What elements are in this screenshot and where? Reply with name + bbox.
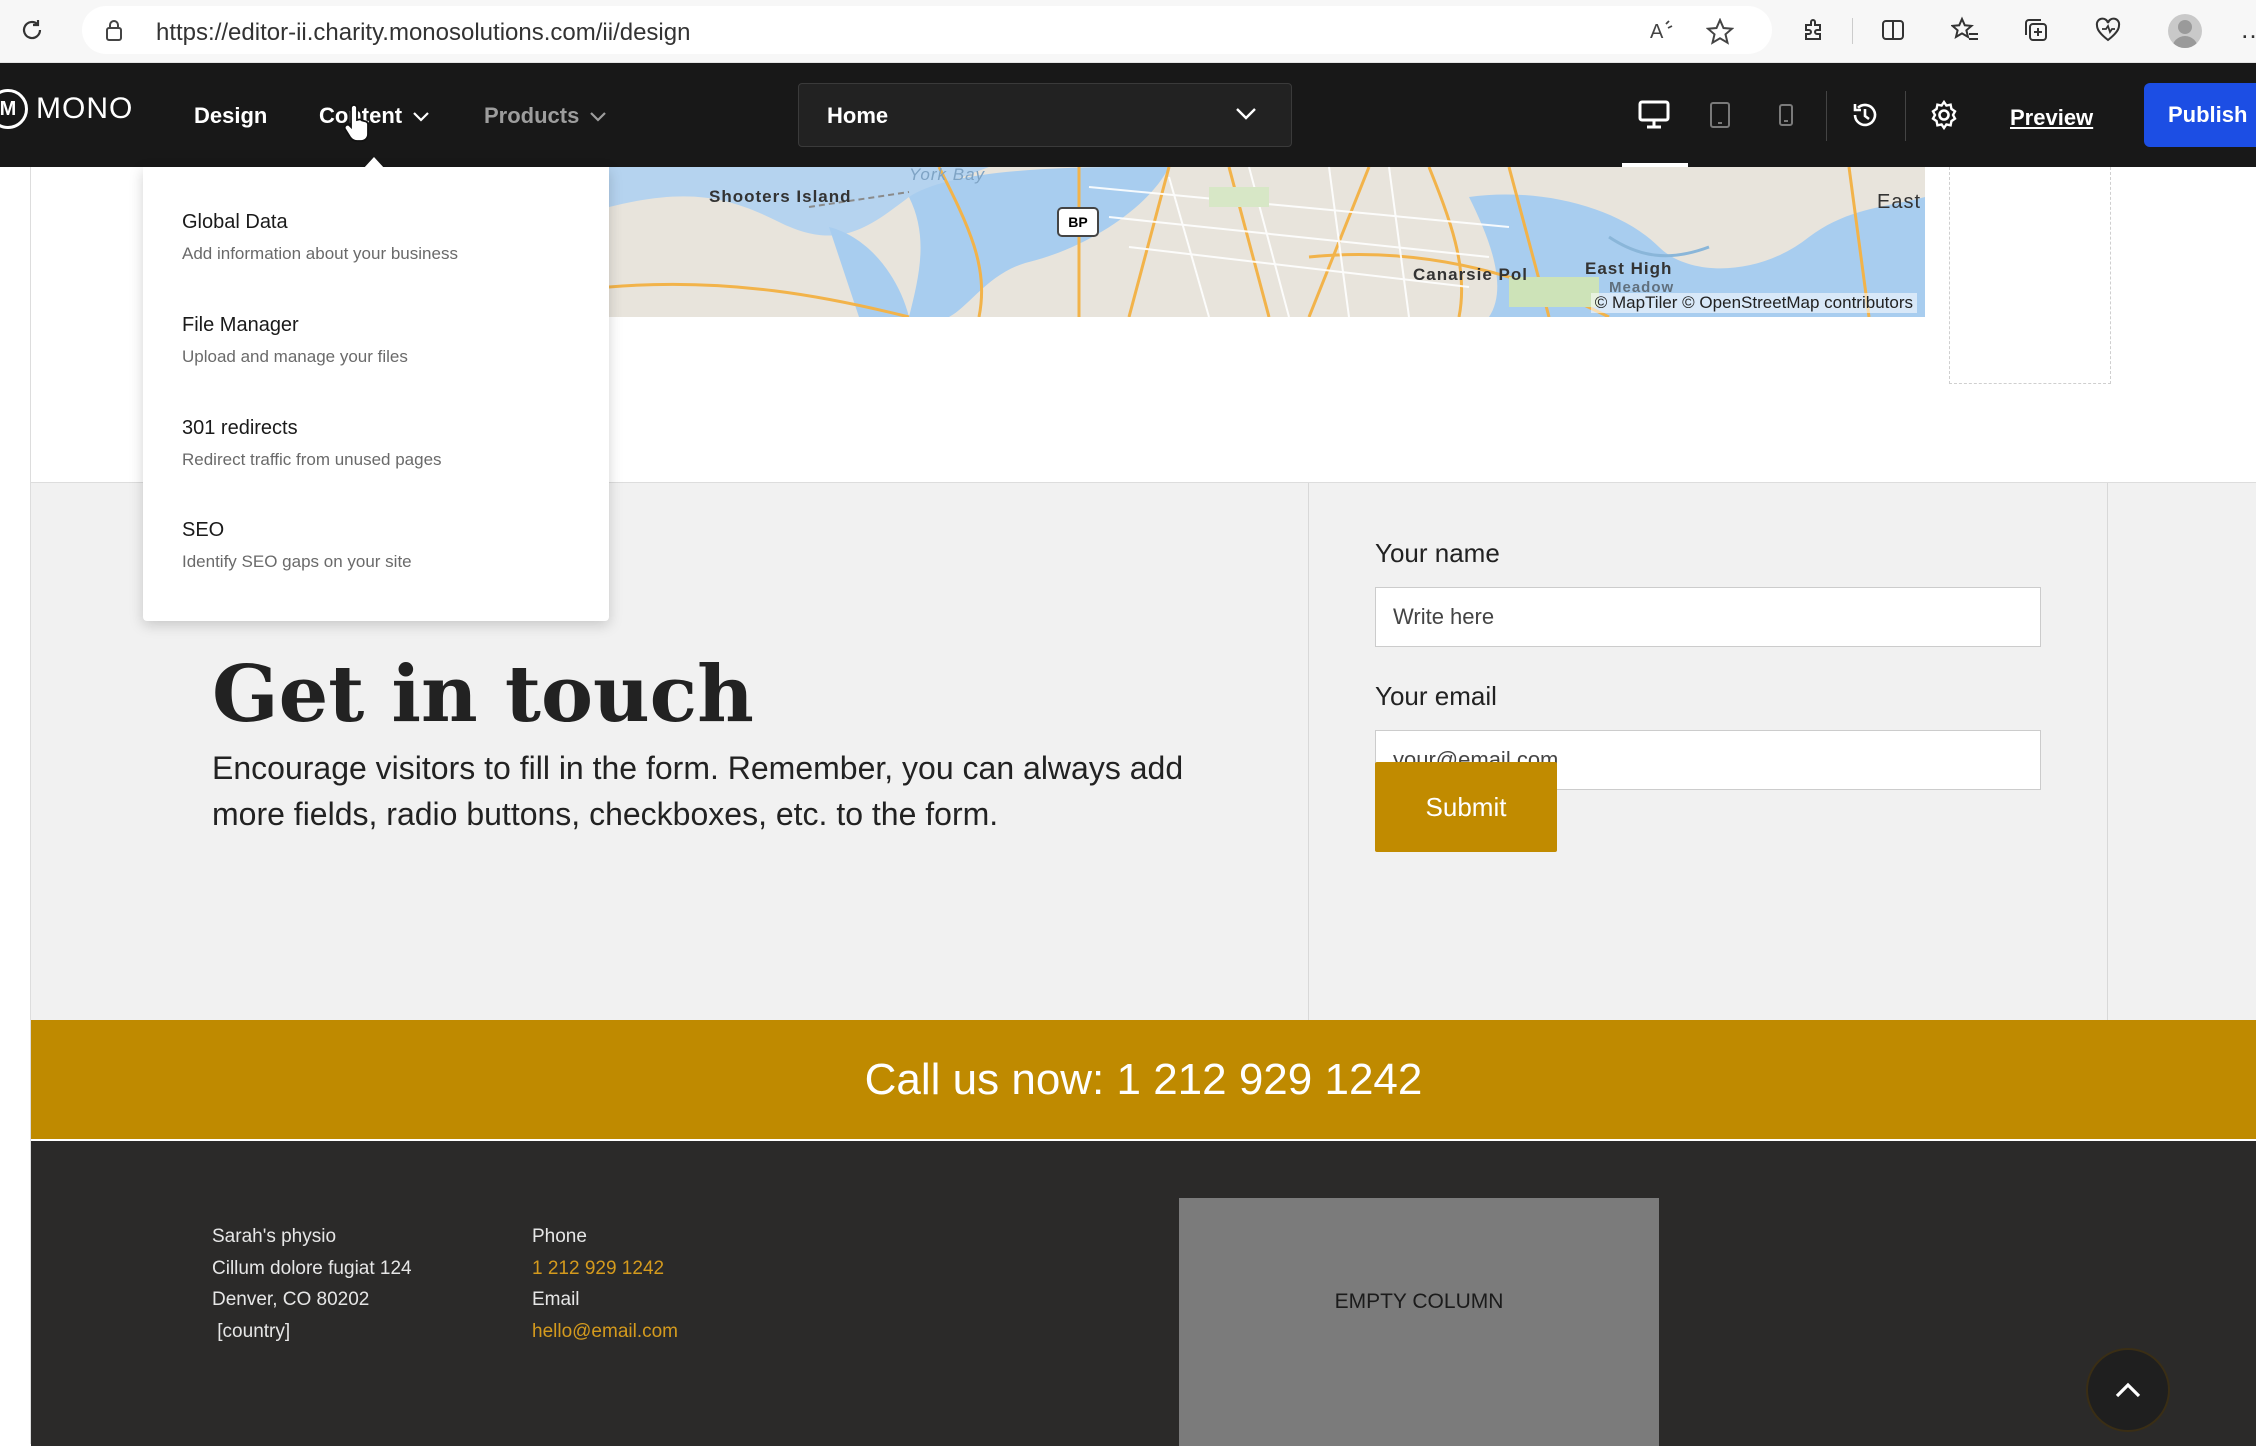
- history-icon[interactable]: [1843, 93, 1887, 137]
- page-selector[interactable]: Home: [798, 83, 1292, 147]
- map-label: East High: [1585, 259, 1673, 278]
- footer-contact: Phone 1 212 929 1242 Email hello@email.c…: [532, 1221, 678, 1348]
- collections-icon[interactable]: [2018, 12, 2054, 48]
- menu-item-301-redirects[interactable]: 301 redirects Redirect traffic from unus…: [182, 417, 442, 470]
- name-field-label: Your name: [1375, 538, 1500, 568]
- column-divider: [1308, 483, 1309, 1020]
- nav-products[interactable]: Products: [484, 103, 607, 129]
- column-divider: [2107, 483, 2108, 1020]
- address-city: Denver, CO 80202: [212, 1289, 370, 1311]
- business-name: Sarah's physio: [212, 1226, 337, 1247]
- mono-logo[interactable]: M MONO: [0, 89, 133, 129]
- toolbar-divider: [1905, 91, 1906, 141]
- nav-design-label: Design: [194, 103, 268, 128]
- map-label: York Bay: [909, 167, 986, 184]
- desktop-view-icon[interactable]: [1632, 93, 1676, 137]
- extensions-icon[interactable]: [1795, 12, 1831, 48]
- menu-item-subtitle: Upload and manage your files: [182, 347, 408, 366]
- empty-placeholder-box: [1949, 167, 2111, 384]
- more-icon[interactable]: …: [2240, 14, 2256, 45]
- footer-address: Sarah's physio Cillum dolore fugiat 124 …: [212, 1221, 412, 1348]
- favorite-star-icon[interactable]: [1705, 17, 1735, 51]
- map-embed[interactable]: Shooters Island York Bay BP East Canarsi…: [609, 167, 1925, 317]
- logo-text: MONO: [36, 92, 134, 125]
- call-us-text[interactable]: Call us now: 1 212 929 1242: [865, 1055, 1423, 1105]
- svg-text:A: A: [1650, 21, 1664, 43]
- chevron-down-icon: [1236, 108, 1256, 120]
- menu-item-title: Global Data: [182, 211, 288, 233]
- dropdown-caret: [363, 157, 385, 169]
- address-line: Cillum dolore fugiat 124: [212, 1257, 412, 1279]
- contact-description: Encourage visitors to fill in the form. …: [212, 750, 1184, 832]
- map-route-badge: BP: [1057, 207, 1099, 237]
- logo-mark: M: [0, 89, 28, 129]
- chevron-down-icon: [590, 112, 607, 122]
- page-selector-value: Home: [827, 103, 889, 128]
- profile-avatar[interactable]: [2168, 14, 2202, 48]
- nav-products-label: Products: [484, 103, 580, 128]
- contact-heading: Get in touch: [212, 649, 754, 740]
- phone-link[interactable]: 1 212 929 1242: [532, 1253, 678, 1285]
- site-footer: Sarah's physio Cillum dolore fugiat 124 …: [31, 1141, 2256, 1446]
- name-input[interactable]: Write here: [1375, 587, 2041, 647]
- preview-link[interactable]: Preview: [2010, 105, 2093, 131]
- menu-item-global-data[interactable]: Global Data Add information about your b…: [182, 211, 458, 264]
- browser-toolbar: https://editor-ii.charity.monosolutions.…: [0, 0, 2256, 63]
- editor-toolbar: M MONO Design Content Products Home Prev…: [0, 63, 2256, 167]
- menu-item-subtitle: Redirect traffic from unused pages: [182, 450, 442, 469]
- publish-button[interactable]: Publish: [2144, 83, 2256, 147]
- settings-icon[interactable]: [1922, 93, 1966, 137]
- content-dropdown-menu: Global Data Add information about your b…: [143, 157, 609, 621]
- email-link[interactable]: hello@email.com: [532, 1316, 678, 1348]
- refresh-icon[interactable]: [14, 12, 50, 48]
- scroll-to-top-button[interactable]: [2086, 1348, 2170, 1432]
- phone-label: Phone: [532, 1226, 587, 1247]
- map-label: East: [1877, 191, 1922, 213]
- empty-column-placeholder[interactable]: EMPTY COLUMN: [1179, 1198, 1659, 1446]
- map-label: Shooters Island: [709, 187, 852, 206]
- menu-item-seo[interactable]: SEO Identify SEO gaps on your site: [182, 519, 412, 572]
- submit-button[interactable]: Submit: [1375, 762, 1557, 852]
- chevron-down-icon: [413, 112, 429, 122]
- toolbar-divider: [1826, 91, 1827, 141]
- email-field-label: Your email: [1375, 681, 1497, 711]
- address-country: [country]: [212, 1321, 291, 1343]
- split-screen-icon[interactable]: [1875, 12, 1911, 48]
- browser-essentials-icon[interactable]: [2090, 12, 2126, 48]
- call-us-banner: Call us now: 1 212 929 1242: [31, 1020, 2256, 1139]
- menu-item-title: SEO: [182, 519, 225, 541]
- menu-item-title: 301 redirects: [182, 417, 298, 439]
- hand-cursor-icon: [343, 104, 369, 142]
- nav-content[interactable]: Content: [319, 103, 430, 129]
- map-label: Canarsie Pol: [1413, 265, 1528, 284]
- address-bar[interactable]: https://editor-ii.charity.monosolutions.…: [82, 6, 1772, 54]
- chevron-up-icon: [2115, 1382, 2141, 1398]
- nav-design[interactable]: Design: [194, 103, 267, 129]
- read-aloud-icon[interactable]: A: [1650, 18, 1678, 49]
- menu-item-subtitle: Add information about your business: [182, 244, 458, 263]
- menu-item-subtitle: Identify SEO gaps on your site: [182, 552, 412, 571]
- map-attribution[interactable]: © MapTiler © OpenStreetMap contributors: [1590, 293, 1917, 313]
- lock-icon: [104, 18, 124, 47]
- tablet-view-icon[interactable]: [1698, 93, 1742, 137]
- url-text[interactable]: https://editor-ii.charity.monosolutions.…: [156, 19, 690, 47]
- mobile-view-icon[interactable]: [1764, 93, 1808, 137]
- menu-item-title: File Manager: [182, 314, 299, 336]
- email-label: Email: [532, 1289, 580, 1311]
- favorites-icon[interactable]: [1947, 12, 1983, 48]
- menu-item-file-manager[interactable]: File Manager Upload and manage your file…: [182, 314, 408, 367]
